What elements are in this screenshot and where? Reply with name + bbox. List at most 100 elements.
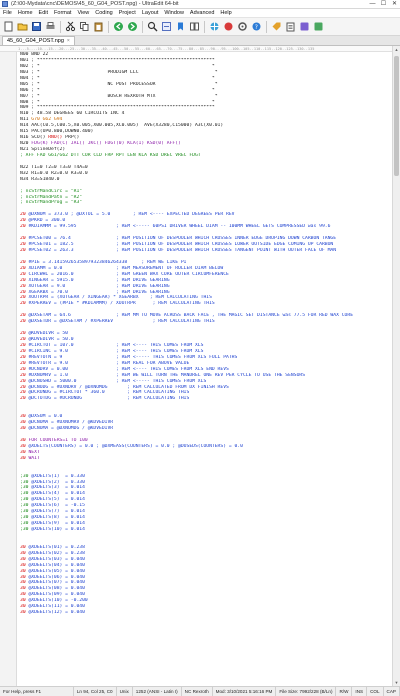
open-folder-icon[interactable] xyxy=(16,20,29,33)
status-insert: INS xyxy=(352,686,368,696)
status-col: COL xyxy=(367,686,384,696)
code-token: @PKRD = 300.0 xyxy=(28,218,66,224)
editor-lines[interactable]: N00 BND 22 N01 ; ************************… xyxy=(0,52,392,686)
scrollbar-thumb[interactable] xyxy=(394,56,399,176)
toolbar-separator xyxy=(60,20,61,33)
close-button[interactable]: ✕ xyxy=(389,0,400,9)
code-token: @DCNODG = #DXNDRV / @DXNOMDG ; REM CALCU… xyxy=(28,384,229,390)
code-token: ;30 xyxy=(20,515,32,521)
extra-icon[interactable] xyxy=(298,20,311,33)
code-token: @XDELTS(3) = 0.014 xyxy=(31,485,85,491)
code-token: @XDELTS(2) = 0.330 xyxy=(31,479,85,485)
menu-layout[interactable]: Layout xyxy=(139,10,162,16)
code-token: N03 ; * PRODIGM LLC * xyxy=(20,69,218,75)
copy-icon[interactable] xyxy=(78,20,91,33)
code-token: @XDELTS(10) = 0.014 xyxy=(31,527,85,532)
svg-text:?: ? xyxy=(255,24,258,31)
code-token: ; ncStrMandCirc = "R1" xyxy=(20,188,83,194)
menu-file[interactable]: File xyxy=(0,10,15,16)
code-token: ;30 xyxy=(20,473,32,479)
tab-bar: 45_60_G04_POST.npg × xyxy=(0,36,400,46)
tab-file[interactable]: 45_60_G04_POST.npg × xyxy=(2,36,75,45)
ftp-icon[interactable] xyxy=(208,20,221,33)
menu-project[interactable]: Project xyxy=(116,10,139,16)
compare-icon[interactable] xyxy=(188,20,201,33)
extra2-icon[interactable] xyxy=(312,20,325,33)
menu-edit[interactable]: Edit xyxy=(36,10,51,16)
code-token: #KDIAMMM = 99.595 ; REM <----- 60PSI DRI… xyxy=(28,224,331,230)
toolbar: ? xyxy=(0,18,400,36)
toolbar-separator xyxy=(266,20,267,33)
new-file-icon[interactable] xyxy=(2,20,15,33)
code-token: #REVTOTN = 9 ; REM <----- THIS COMES FRO… xyxy=(28,354,238,360)
menu-home[interactable]: Home xyxy=(15,10,36,16)
menu-coding[interactable]: Coding xyxy=(92,10,115,16)
toolbar-separator xyxy=(142,20,143,33)
help-icon[interactable]: ? xyxy=(250,20,263,33)
code-token: ;30 xyxy=(20,485,32,491)
code-line[interactable]: 20 #PCSET02 = 263.3 ; REM POSITION OF DE… xyxy=(0,248,392,254)
status-encoding[interactable]: 1252 (ANSI - Latin I) xyxy=(133,686,182,696)
code-token: RNO() xyxy=(48,135,63,141)
code-token: @XDELTS(5) = 0.014 xyxy=(31,497,85,503)
status-help: For Help, press F1 xyxy=(0,686,74,696)
back-icon[interactable] xyxy=(112,20,125,33)
code-token: ; AFF FAD G61/G62 DTT COR CLD FRP RPT LE… xyxy=(20,152,201,158)
code-token: @DXSUM = 0.0 xyxy=(28,414,63,420)
code-token: ; ncStrMandProg = "R3" xyxy=(20,200,83,206)
code-token: N34 R3=S1840.0 xyxy=(20,176,60,182)
code-token: @XDEELTS(04) = 0.040 xyxy=(28,562,85,568)
code-token: N04 ; * * xyxy=(20,75,215,81)
status-line-ending[interactable]: Unix xyxy=(117,686,133,696)
tab-label: 45_60_G04_POST.npg xyxy=(7,38,64,44)
code-token: @XDELTS(8) = 0.014 xyxy=(31,515,85,521)
code-token: ;30 xyxy=(20,491,32,497)
menu-window[interactable]: Window xyxy=(161,10,187,16)
code-token: @XDELTS(9) = 0.014 xyxy=(31,521,85,527)
tag-icon[interactable] xyxy=(270,20,283,33)
code-token: @DXSETAM = 64.6 ; REM MM TO MOVE ACROSS … xyxy=(28,313,354,319)
code-line[interactable]: 30 @XDEELTS(12) = 0.040 xyxy=(0,610,392,616)
code-token: N00 BND 22 xyxy=(20,52,49,57)
status-rw: R/W xyxy=(336,686,353,696)
code-token: @XDEELTS(11) = 0.040 xyxy=(28,604,85,610)
macro-icon[interactable] xyxy=(222,20,235,33)
forward-icon[interactable] xyxy=(126,20,139,33)
settings-icon[interactable] xyxy=(236,20,249,33)
code-token: XOUTRPR = (XOTGEAR / XINGEAR) * XGEARBX … xyxy=(28,295,212,301)
cut-icon[interactable] xyxy=(64,20,77,33)
tab-close-icon[interactable]: × xyxy=(67,38,70,44)
menu-advanced[interactable]: Advanced xyxy=(187,10,217,16)
code-token: N06 ; * * xyxy=(20,87,215,93)
code-token: @XDELTS(COUNTERS) = 0.0 ; @DXMEASS(COUNT… xyxy=(28,443,243,449)
maximize-button[interactable]: ☐ xyxy=(378,0,389,9)
code-token: @DCTOTDG = #DCRUNDG ; REM CALCULATING TH… xyxy=(28,396,190,402)
code-token: N21 SplineDef(2) xyxy=(20,147,66,152)
replace-icon[interactable] xyxy=(160,20,173,33)
code-editor[interactable]: 1...5....10...15...20...25...30...35...4… xyxy=(0,46,392,686)
menu-help[interactable]: Help xyxy=(217,10,234,16)
code-token: ;30 xyxy=(20,527,32,532)
code-token: #DXNOMRV = 1.0 ; REM WE WILL TURN THE MA… xyxy=(28,372,306,378)
bookmark-icon[interactable] xyxy=(174,20,187,33)
print-icon[interactable] xyxy=(44,20,57,33)
code-token: XINGEAR = 5915.0 ; REM DRIVE GEARING xyxy=(28,277,170,283)
menu-format[interactable]: Format xyxy=(51,10,74,16)
code-token: @XDEELTS(10) = -0.200 xyxy=(28,598,88,604)
scroll-up-icon[interactable]: ▲ xyxy=(393,46,400,53)
paste-icon[interactable] xyxy=(92,20,105,33)
clipboard-icon[interactable] xyxy=(284,20,297,33)
save-icon[interactable] xyxy=(30,20,43,33)
code-token: N01 ; **********************************… xyxy=(20,57,215,63)
code-token: @DCNOMA = @DXNOMDG / @KDVEDIVR xyxy=(28,426,114,432)
code-token: N08 ; * * xyxy=(20,99,215,105)
vertical-scrollbar[interactable]: ▲ ▼ xyxy=(392,46,400,686)
code-token: @XDEELTS(01) = 0.238 xyxy=(28,544,85,550)
status-syntax[interactable]: NC Rexroth xyxy=(182,686,213,696)
scroll-down-icon[interactable]: ▼ xyxy=(393,679,400,686)
minimize-button[interactable]: — xyxy=(367,0,378,9)
find-icon[interactable] xyxy=(146,20,159,33)
code-token: N02 ; * * xyxy=(20,63,215,69)
code-token: G70 G62 G94 xyxy=(31,117,63,123)
menu-view[interactable]: View xyxy=(74,10,92,16)
